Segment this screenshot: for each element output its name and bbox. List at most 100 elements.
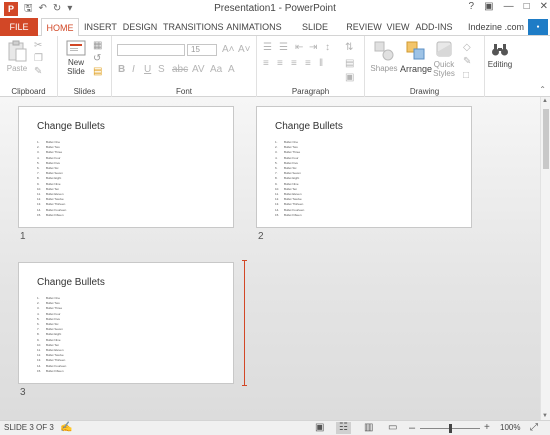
paragraph-label: Paragraph <box>291 87 330 96</box>
quick-styles-button[interactable]: Quick Styles <box>429 40 459 78</box>
font-label: Font <box>175 87 192 96</box>
slide-thumbnail-1[interactable]: Change Bullets 1. Bullet One 2. Bullet Two 3… <box>18 106 234 228</box>
font-group: 15 A˄ A˅ B I U S abc AV Aa A Font <box>112 36 257 97</box>
tab-view[interactable]: VIEW <box>385 18 411 36</box>
shape-effects-icon[interactable]: □ <box>463 70 469 81</box>
numbering-icon[interactable]: ☰ <box>279 42 288 53</box>
strikethrough-icon[interactable]: abc <box>172 64 188 75</box>
clipboard-label: Clipboard <box>11 87 46 96</box>
text-direction-icon[interactable]: ⇅ <box>345 42 353 53</box>
bullet-text: Bullet Fifteen <box>46 368 64 373</box>
editing-group: Editing <box>485 36 517 97</box>
scroll-down-icon[interactable]: ▼ <box>542 413 548 419</box>
scroll-thumb[interactable] <box>543 109 549 169</box>
slide-title: Change Bullets <box>37 277 105 288</box>
slide-number: 1 <box>20 231 26 242</box>
minimize-icon[interactable]: — <box>504 1 514 12</box>
font-color-icon[interactable]: A <box>228 64 235 75</box>
drawing-group: Shapes Arrange Quick Styles ◇ ✎ □ Drawin… <box>365 36 485 97</box>
section-icon[interactable]: ▤ <box>93 66 102 77</box>
tab-animations[interactable]: ANIMATIONS <box>225 18 283 36</box>
list-item: 15. Bullet Fifteen <box>275 213 304 218</box>
ribbon: Paste ✂ ❐ ✎ Clipboard New Slide ▦ ↺ ▤ Sl… <box>0 36 550 97</box>
normal-view-icon[interactable]: ▣ <box>315 422 324 434</box>
increase-indent-icon[interactable]: ⇥ <box>309 42 317 53</box>
vertical-scrollbar[interactable]: ▲ ▼ <box>540 97 550 420</box>
slide-thumbnail-3[interactable]: Change Bullets 1. Bullet One 2. Bullet Two 3… <box>18 262 234 384</box>
slide-sorter-view-icon[interactable]: ☷ <box>336 422 351 434</box>
tab-add-ins[interactable]: ADD-INS <box>414 18 454 36</box>
smartart-icon[interactable]: ▣ <box>345 72 354 83</box>
fit-to-window-icon[interactable]: ⤢ <box>530 422 538 434</box>
help-icon[interactable]: ? <box>469 1 475 12</box>
binoculars-icon <box>492 44 508 56</box>
justify-icon[interactable]: ≡ <box>305 58 311 69</box>
quick-styles-label-line2: Styles <box>433 69 455 78</box>
line-spacing-icon[interactable]: ↕ <box>325 42 330 53</box>
slide-show-view-icon[interactable]: ▭ <box>388 422 397 434</box>
shapes-button[interactable]: Shapes <box>369 40 399 73</box>
title-bar: P 🖫 ↶ ↻ ▾ Presentation1 - PowerPoint ? ▣… <box>0 0 550 18</box>
close-icon[interactable]: ✕ <box>540 1 548 12</box>
format-painter-icon[interactable]: ✎ <box>34 66 42 77</box>
insertion-marker <box>242 260 247 386</box>
align-right-icon[interactable]: ≡ <box>291 58 297 69</box>
underline-icon[interactable]: U <box>144 64 151 75</box>
slide-number: 3 <box>20 387 26 398</box>
bullet-text: Bullet Fifteen <box>284 212 302 217</box>
bullet-list: 1. Bullet One 2. Bullet Two 3. Bullet Three 4.… <box>37 296 66 374</box>
list-item: 15. Bullet Fifteen <box>37 213 66 218</box>
tab-insert[interactable]: INSERT <box>84 18 117 36</box>
slide-thumbnail-2[interactable]: Change Bullets 1. Bullet One 2. Bullet Two 3… <box>256 106 472 228</box>
shapes-icon <box>374 41 394 61</box>
arrange-button[interactable]: Arrange <box>399 40 433 74</box>
arrange-label: Arrange <box>399 64 433 74</box>
tab-design[interactable]: DESIGN <box>121 18 159 36</box>
scroll-up-icon[interactable]: ▲ <box>542 98 548 104</box>
tab-slide-show[interactable]: SLIDE SHOW <box>287 18 343 50</box>
bold-icon[interactable]: B <box>118 64 125 75</box>
editing-button[interactable]: Editing <box>485 42 515 69</box>
shadow-icon[interactable]: S <box>158 64 165 75</box>
tab-file[interactable]: FILE <box>0 18 38 36</box>
grow-font-icon[interactable]: A˄ <box>222 44 235 55</box>
zoom-level[interactable]: 100% <box>500 423 520 432</box>
font-size-dropdown[interactable]: 15 <box>187 44 217 56</box>
drawing-label: Drawing <box>409 87 440 96</box>
copy-icon[interactable]: ❐ <box>34 53 43 64</box>
tab-home[interactable]: HOME <box>41 18 79 37</box>
spell-check-icon[interactable]: ✍ <box>60 422 72 434</box>
paste-button[interactable]: Paste <box>4 40 30 73</box>
bullet-number: 15. <box>37 368 42 373</box>
zoom-slider-thumb[interactable] <box>449 424 452 433</box>
decrease-indent-icon[interactable]: ⇤ <box>295 42 303 53</box>
window-controls: ? ▣ — □ ✕ <box>469 1 548 12</box>
ribbon-display-icon[interactable]: ▣ <box>484 1 493 12</box>
collapse-ribbon-icon[interactable]: ⌃ <box>539 85 546 94</box>
change-case-icon[interactable]: Aa <box>210 64 222 75</box>
shape-outline-icon[interactable]: ✎ <box>463 56 471 67</box>
user-name[interactable]: Indezine .com <box>468 18 524 36</box>
shape-fill-icon[interactable]: ◇ <box>463 42 471 53</box>
slide-count-status: SLIDE 3 OF 3 <box>4 423 54 432</box>
shrink-font-icon[interactable]: A˅ <box>238 44 251 55</box>
italic-icon[interactable]: I <box>132 64 135 75</box>
tab-review[interactable]: REVIEW <box>346 18 382 36</box>
font-name-dropdown[interactable] <box>117 44 185 56</box>
bullets-icon[interactable]: ☰ <box>263 42 272 53</box>
avatar[interactable]: ● <box>528 19 548 35</box>
reset-icon[interactable]: ↺ <box>93 53 101 64</box>
new-slide-button[interactable]: New Slide <box>62 40 90 76</box>
char-spacing-icon[interactable]: AV <box>192 64 205 75</box>
zoom-out-icon[interactable]: – <box>409 422 415 434</box>
cut-icon[interactable]: ✂ <box>34 40 42 51</box>
align-left-icon[interactable]: ≡ <box>263 58 269 69</box>
zoom-in-icon[interactable]: + <box>484 422 490 434</box>
reading-view-icon[interactable]: ▥ <box>364 422 373 434</box>
maximize-icon[interactable]: □ <box>524 1 530 12</box>
align-center-icon[interactable]: ≡ <box>277 58 283 69</box>
align-text-icon[interactable]: ▤ <box>345 58 354 69</box>
layout-icon[interactable]: ▦ <box>93 40 102 51</box>
columns-icon[interactable]: ‖ <box>319 58 323 69</box>
tab-transitions[interactable]: TRANSITIONS <box>163 18 224 36</box>
